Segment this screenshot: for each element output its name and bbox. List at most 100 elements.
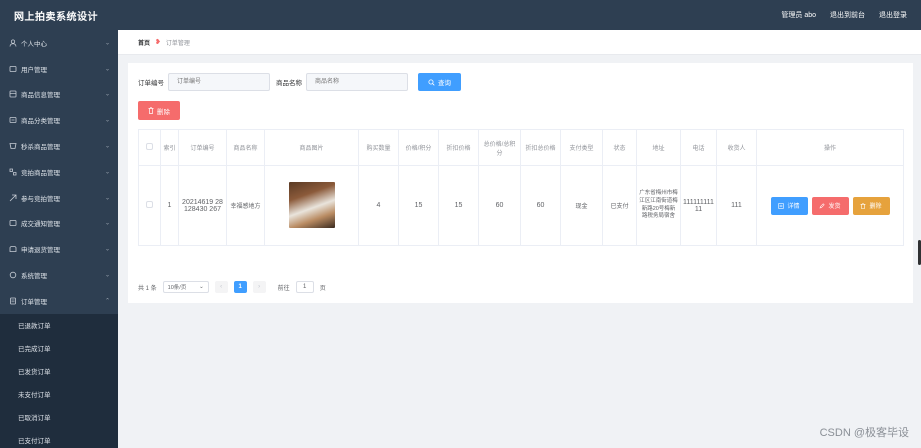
query-button[interactable]: 查询 [418,73,461,91]
cell-goods-name: 幸福感地方 [226,165,265,246]
batch-delete-button[interactable]: 删除 [138,101,180,120]
next-page-button[interactable]: › [252,281,266,293]
system-icon [9,271,17,279]
goods-name-label: 商品名称 [276,80,302,87]
chevron-down-icon: ⌄ [104,66,110,73]
query-button-label: 查询 [438,80,451,87]
sidebar-item-label: 系统管理 [21,273,47,281]
goto-page-suffix: 页 [319,285,326,292]
sidebar-item-label: 订单管理 [21,298,47,306]
sidebar-subitem-shipped[interactable]: 已发货订单 [0,360,118,383]
sidebar-item-flash-sale[interactable]: 秒杀商品管理 ⌄ [0,133,118,159]
goods-name-input[interactable] [306,73,408,91]
cell-phone: 11111111111 [680,165,717,246]
return-icon [9,245,17,253]
total-count: 共 1 条 [138,285,157,292]
back-to-front-link[interactable]: 退出到前台 [830,10,865,20]
sidebar-item-orders[interactable]: 订单管理 ⌃ [0,288,118,314]
order-no-input[interactable] [168,73,270,91]
cell-total-price: 60 [478,165,521,246]
ship-button[interactable]: 发货 [811,196,849,215]
col-header-total-price: 总价格/总积分 [478,129,521,166]
sidebar-item-bid[interactable]: 参与竞拍管理 ⌄ [0,185,118,211]
breadcrumb-home[interactable]: 首页 [138,38,150,47]
flash-sale-icon [9,142,17,150]
trash-icon [148,107,154,114]
breadcrumb: 首页 ❥ 订单管理 [118,30,921,55]
search-form: 订单编号 商品名称 查询 [138,73,461,91]
sidebar-item-label: 商品信息管理 [21,92,60,100]
detail-button-label: 详情 [787,204,800,210]
chevron-down-icon: ⌄ [104,220,110,227]
row-delete-button-label: 删除 [869,204,882,210]
page-number-current[interactable]: 1 [233,281,247,293]
top-bar: 网上拍卖系统设计 管理员 abo 退出到前台 退出登录 [0,0,921,30]
edit-icon [820,202,826,208]
page-size-select[interactable]: 10条/页 ⌄ [162,281,209,293]
col-header-pay-type: 支付类型 [560,129,603,166]
sidebar-subitem-cancelled[interactable]: 已取消订单 [0,406,118,429]
trash-icon [860,202,866,209]
col-header-goods-name: 商品名称 [226,129,265,166]
cell-order-no: 20214619 28128430 267 [178,165,227,246]
cell-status: 已支付 [602,165,637,246]
sidebar-subitem-refunded[interactable]: 已退款订单 [0,314,118,337]
ship-button-label: 发货 [828,204,841,210]
col-header-order-no: 订单编号 [178,129,227,166]
breadcrumb-separator-icon: ❥ [155,39,161,46]
sidebar-item-return[interactable]: 申请退货管理 ⌄ [0,236,118,262]
users-icon [9,65,17,73]
chevron-down-icon: ⌄ [104,169,110,176]
cell-goods-image [264,165,359,246]
prev-page-button[interactable]: ‹ [214,281,228,293]
sidebar-item-category[interactable]: 商品分类管理 ⌄ [0,107,118,133]
sidebar-item-label: 用户管理 [21,66,47,74]
sidebar-item-label: 申请退货管理 [21,247,60,255]
chevron-down-icon: ⌄ [199,284,204,290]
cell-quantity: 4 [358,165,399,246]
chevron-down-icon: ⌄ [104,91,110,98]
sidebar-item-goods[interactable]: 商品信息管理 ⌄ [0,82,118,108]
notice-icon [9,219,17,227]
goto-page-input[interactable]: 1 [295,281,314,293]
app-title: 网上拍卖系统设计 [14,11,98,23]
cell-receiver: 111 [716,165,757,246]
breadcrumb-current: 订单管理 [165,40,190,47]
page-size-value: 10条/页 [167,285,187,291]
sidebar-item-label: 竞拍商品管理 [21,169,60,177]
cell-discount-price: 15 [438,165,479,246]
sidebar-item-profile[interactable]: 个人中心 ⌄ [0,30,118,56]
admin-label: 管理员 abo [781,12,816,19]
goods-photo [288,181,335,228]
col-header-goods-image: 商品图片 [264,129,359,166]
cell-discount-total: 60 [520,165,561,246]
watermark: CSDN @极客毕设 [819,427,909,439]
sidebar: 个人中心 ⌄ 用户管理 ⌄ 商品信息管理 ⌄ 商品分类管理 ⌄ 秒杀商品管理 ⌄… [0,30,118,448]
col-header-status: 状态 [602,129,637,166]
cell-index: 1 [160,165,179,246]
select-all-checkbox[interactable] [138,129,161,166]
sidebar-item-notice[interactable]: 成交通知管理 ⌄ [0,211,118,237]
category-icon [9,116,17,124]
user-icon [9,39,17,47]
sidebar-item-label: 参与竞拍管理 [21,195,60,203]
sidebar-item-system[interactable]: 系统管理 ⌄ [0,262,118,288]
order-table: 索引 订单编号 商品名称 商品图片 购买数量 价格/积分 折扣价格 总价格/总积… [138,129,904,246]
sidebar-item-label: 秒杀商品管理 [21,144,60,152]
sidebar-subitem-completed[interactable]: 已完成订单 [0,337,118,360]
logout-link[interactable]: 退出登录 [879,10,907,20]
col-header-index: 索引 [160,129,179,166]
row-checkbox[interactable] [138,165,161,246]
chevron-down-icon: ⌄ [104,246,110,253]
sidebar-item-users[interactable]: 用户管理 ⌄ [0,56,118,82]
goto-label: 前往 [277,285,290,292]
sidebar-item-label: 成交通知管理 [21,221,60,229]
row-delete-button[interactable]: 删除 [852,196,890,215]
main-area: 首页 ❥ 订单管理 订单编号 商品名称 查询 删除 [118,30,921,448]
detail-button[interactable]: 详情 [770,196,808,215]
sidebar-subitem-unpaid[interactable]: 未支付订单 [0,383,118,406]
col-header-quantity: 购买数量 [358,129,399,166]
sidebar-item-auction[interactable]: 竞拍商品管理 ⌄ [0,159,118,185]
sidebar-subitem-paid[interactable]: 已支付订单 [0,429,118,448]
cell-pay-type: 现金 [560,165,603,246]
